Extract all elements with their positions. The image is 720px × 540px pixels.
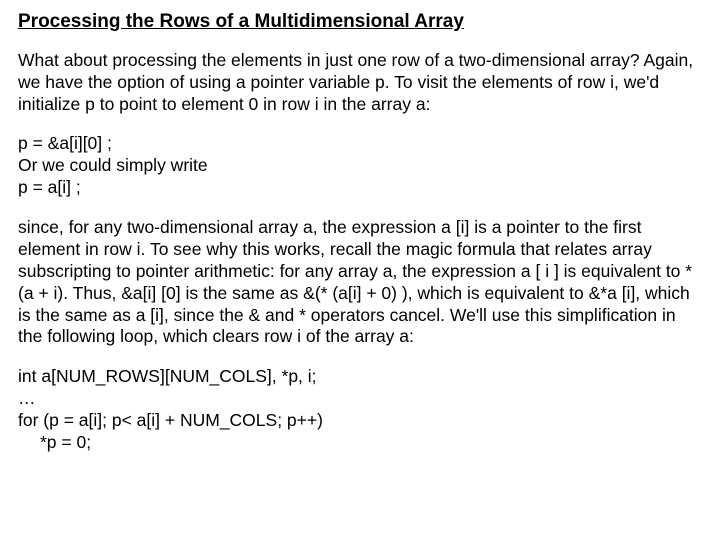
code-line: *p = 0;: [18, 432, 702, 454]
intro-paragraph: What about processing the elements in ju…: [18, 50, 702, 116]
code-line: p = a[i] ;: [18, 177, 702, 199]
code-line: for (p = a[i]; p< a[i] + NUM_COLS; p++): [18, 410, 702, 432]
code-line: Or we could simply write: [18, 155, 702, 177]
page-title: Processing the Rows of a Multidimensiona…: [18, 10, 702, 34]
explanation-paragraph: since, for any two-dimensional array a, …: [18, 217, 702, 348]
slide-page: Processing the Rows of a Multidimensiona…: [0, 0, 720, 540]
code-block-2: int a[NUM_ROWS][NUM_COLS], *p, i; … for …: [18, 366, 702, 454]
code-line: …: [18, 388, 702, 410]
code-line: int a[NUM_ROWS][NUM_COLS], *p, i;: [18, 366, 702, 388]
code-block-1: p = &a[i][0] ; Or we could simply write …: [18, 133, 702, 199]
code-line: p = &a[i][0] ;: [18, 133, 702, 155]
